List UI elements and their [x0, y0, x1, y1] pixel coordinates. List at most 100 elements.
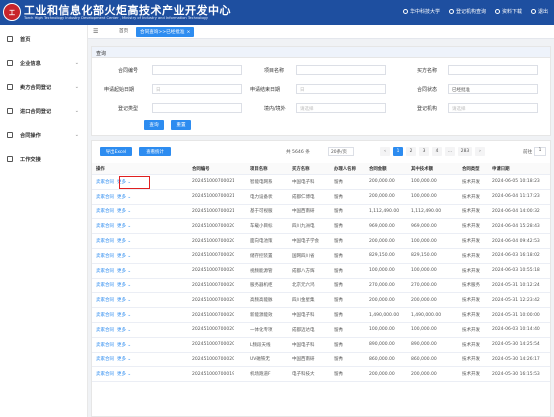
column-header[interactable]: 申请日期	[490, 163, 550, 174]
sidebar-item-home[interactable]: 首页	[0, 27, 88, 51]
prev-page-button[interactable]: ‹	[380, 147, 390, 156]
more-dropdown[interactable]: 更多 ⌄	[117, 253, 131, 259]
page-ellipsis[interactable]: ...	[445, 147, 455, 156]
sidebar-item-company[interactable]: 企业信息 ⌄	[0, 51, 88, 75]
sidebar-item-handover[interactable]: 工作交接	[0, 147, 88, 171]
seller-contract-link[interactable]: 卖家合同	[96, 179, 114, 185]
cell-project: 机场跑道F	[250, 372, 271, 378]
buyer-name-input[interactable]	[448, 65, 538, 75]
cell-project: 基于可视服	[250, 209, 273, 215]
column-header[interactable]: 办理人名称	[332, 163, 364, 174]
chevron-down-icon: ⌄	[126, 327, 132, 333]
row-actions: 卖家合同 更多 ⌄	[94, 367, 154, 381]
page-button[interactable]: 2	[406, 147, 416, 156]
page-button[interactable]: 4	[432, 147, 442, 156]
seller-contract-link[interactable]: 卖家合同	[96, 371, 114, 377]
cell-no: 20245100070002003	[192, 312, 234, 318]
user-link[interactable]: 华中科技大学	[402, 8, 440, 15]
cell-no: 20245100070002006	[192, 268, 234, 274]
row-actions: 卖家合同 更多 ⌄	[94, 279, 154, 293]
column-header[interactable]: 项目名称	[248, 163, 288, 174]
seller-contract-link[interactable]: 卖家合同	[96, 342, 114, 348]
more-dropdown[interactable]: 更多 ⌄	[117, 268, 131, 274]
apply-end-input[interactable]: 日	[296, 84, 386, 94]
more-dropdown[interactable]: 更多 ⌄	[117, 208, 131, 214]
domestic-select[interactable]: 请选择	[296, 103, 386, 113]
column-header[interactable]: 合同类型	[460, 163, 490, 174]
sidebar-item-contract-ops[interactable]: 合同操作 ⌄	[0, 123, 88, 147]
reg-type-select[interactable]	[152, 103, 242, 113]
seller-contract-link[interactable]: 卖家合同	[96, 194, 114, 200]
more-dropdown[interactable]: 更多 ⌄	[117, 327, 131, 333]
apply-start-input[interactable]: 日	[152, 84, 242, 94]
reg-org-select[interactable]: 请选择	[448, 103, 538, 113]
org-query-link[interactable]: 登记机构查询	[448, 8, 486, 15]
cell-type: 技术开发	[462, 179, 480, 185]
cell-no: 20245100070002005	[192, 282, 234, 288]
column-header[interactable]: 操作	[94, 163, 142, 174]
more-dropdown[interactable]: 更多 ⌄	[117, 282, 131, 288]
more-dropdown[interactable]: 更多 ⌄	[117, 297, 131, 303]
seller-contract-link[interactable]: 卖家合同	[96, 297, 114, 303]
page-button[interactable]: 3	[419, 147, 429, 156]
page-button[interactable]: 1	[393, 147, 403, 156]
more-dropdown[interactable]: 更多 ⌄	[117, 371, 131, 377]
cell-no: 20245100070002038	[192, 238, 234, 244]
table-row: 卖家合同更多 ⌄ 20245100070002038 面向电池策 中国电子学会 留秀 20…	[92, 234, 550, 249]
top-header: 工 工业和信息化部火炬高技术产业开发中心 Torch High Technolo…	[0, 0, 554, 25]
column-header[interactable]: 合同编号	[190, 163, 234, 174]
seller-contract-link[interactable]: 卖家合同	[96, 253, 114, 259]
more-dropdown[interactable]: 更多 ⌄	[117, 342, 131, 348]
logout-link[interactable]: 退出	[530, 8, 548, 15]
chevron-down-icon: ⌄	[126, 313, 132, 319]
reset-button[interactable]: 重置	[171, 120, 191, 130]
seller-contract-link[interactable]: 卖家合同	[96, 327, 114, 333]
more-dropdown[interactable]: 更多 ⌄	[117, 312, 131, 318]
sidebar-item-seller-contract[interactable]: 卖方合同登记 ⌄	[0, 75, 88, 99]
project-name-input[interactable]	[296, 65, 386, 75]
contract-no-input[interactable]	[152, 65, 242, 75]
close-icon[interactable]: ×	[186, 30, 190, 35]
download-link[interactable]: 资料下载	[494, 8, 522, 15]
row-actions: 卖家合同 更多 ⌄	[94, 338, 154, 352]
cell-project: 面向电池策	[250, 239, 273, 245]
search-button[interactable]: 查询	[144, 120, 164, 130]
tab-contract-query[interactable]: 合同查询>>已经批准 ×	[136, 27, 195, 37]
goto-page-input[interactable]: 1	[534, 147, 546, 156]
more-label: 更多	[117, 268, 126, 274]
sidebar-item-import-contract[interactable]: 进口合同登记 ⌄	[0, 99, 88, 123]
seller-contract-link[interactable]: 卖家合同	[96, 356, 114, 362]
tab-home[interactable]: 首页	[115, 28, 132, 34]
seller-contract-link[interactable]: 卖家合同	[96, 223, 114, 229]
seller-contract-link[interactable]: 卖家合同	[96, 312, 114, 318]
seller-contract-link[interactable]: 卖家合同	[96, 282, 114, 288]
cell-no: 20245100070002007	[192, 253, 234, 259]
export-excel-button[interactable]: 导出Excel	[100, 147, 132, 156]
more-dropdown[interactable]: 更多 ⌄	[117, 194, 131, 200]
cell-handler: 留秀	[334, 194, 343, 200]
next-page-button[interactable]: ›	[475, 147, 485, 156]
page-size-select[interactable]: 20条/页	[328, 147, 354, 156]
more-label: 更多	[117, 298, 126, 304]
cell-type: 技术开发	[462, 298, 480, 304]
cell-no: 20245100070002122	[192, 179, 234, 185]
column-header[interactable]: 买方名称	[290, 163, 328, 174]
column-header[interactable]: 其中技术额	[409, 163, 461, 174]
cell-no: 20245100070001990	[192, 371, 234, 377]
chevron-down-icon: ⌄	[74, 84, 79, 90]
cell-tech: 100,000.00	[411, 327, 437, 333]
seller-contract-link[interactable]: 卖家合同	[96, 208, 114, 214]
menu-toggle-icon[interactable]: ☰	[93, 28, 98, 35]
contract-status-select[interactable]: 已经批准	[448, 84, 538, 94]
chevron-down-icon: ⌄	[126, 372, 132, 378]
cell-tech: 860,000.00	[411, 356, 437, 362]
more-dropdown[interactable]: 更多 ⌄	[117, 238, 131, 244]
more-dropdown[interactable]: 更多 ⌄	[117, 356, 131, 362]
cell-type: 技术开发	[462, 327, 480, 333]
more-label: 更多	[117, 283, 126, 289]
view-stats-button[interactable]: 查看统计	[139, 147, 171, 156]
seller-contract-link[interactable]: 卖家合同	[96, 238, 114, 244]
more-dropdown[interactable]: 更多 ⌄	[117, 223, 131, 229]
seller-contract-link[interactable]: 卖家合同	[96, 268, 114, 274]
page-button[interactable]: 283	[458, 147, 472, 156]
